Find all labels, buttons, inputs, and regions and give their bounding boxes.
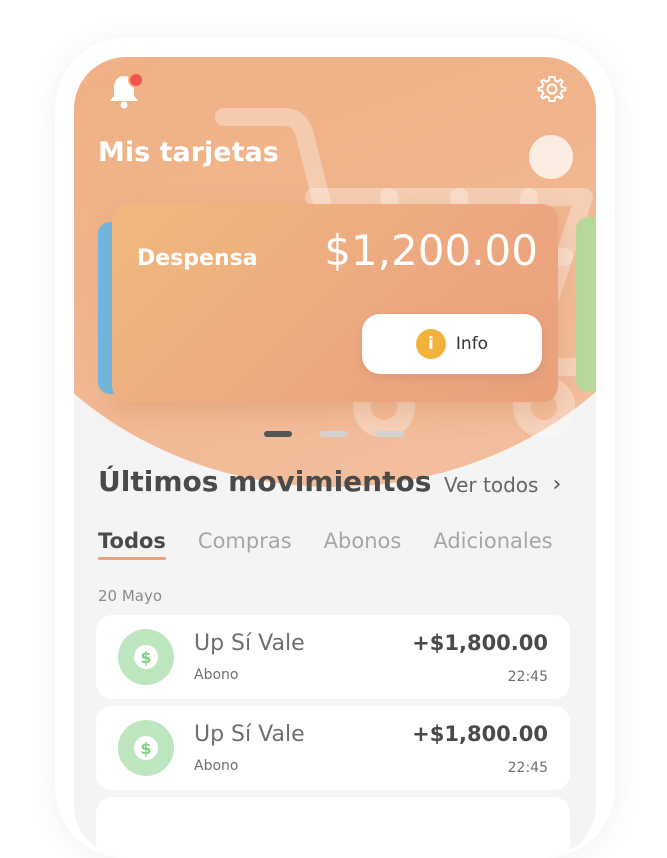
dollar-icon: $ [118,629,174,685]
transaction-row[interactable] [96,797,570,857]
page-title: Mis tarjetas [98,137,279,168]
transaction-row[interactable]: $ Up Sí Vale Abono +$1,800.00 22:45 [96,706,570,790]
carousel-dot[interactable] [264,431,292,437]
dollar-glyph: $ [134,645,158,669]
transaction-row[interactable]: $ Up Sí Vale Abono +$1,800.00 22:45 [96,615,570,699]
transaction-time: 22:45 [507,760,548,776]
app-screen: Mis tarjetas Despensa $1,200.00 i Info Ú… [74,57,596,857]
tab-abonos[interactable]: Abonos [324,529,402,553]
carousel-dot[interactable] [320,431,348,437]
date-header: 20 Mayo [98,587,163,605]
transaction-type: Abono [194,758,239,774]
tab-todos[interactable]: Todos [98,529,166,560]
dollar-icon: $ [118,720,174,776]
see-all-label: Ver todos [444,472,539,497]
transaction-name: Up Sí Vale [194,722,305,747]
see-all-link[interactable]: Ver todos › [444,472,561,497]
transaction-amount: +$1,800.00 [412,722,548,746]
card-despensa[interactable]: Despensa $1,200.00 i Info [112,204,558,402]
transaction-time: 22:45 [507,669,548,685]
carousel-dot[interactable] [376,431,404,437]
chevron-right-icon: › [552,472,562,497]
info-button-label: Info [455,334,489,354]
transaction-name: Up Sí Vale [194,631,305,656]
carousel-indicator [264,431,404,437]
tab-compras[interactable]: Compras [198,529,292,553]
notification-badge [128,72,144,88]
movement-tabs: Todos Compras Abonos Adicionales [98,529,553,560]
dollar-glyph: $ [134,736,158,760]
section-title: Últimos movimientos [98,465,432,498]
card-toggle[interactable] [529,135,573,179]
transaction-amount: +$1,800.00 [412,631,548,655]
transaction-type: Abono [194,667,239,683]
tab-adicionales[interactable]: Adicionales [433,529,552,553]
info-icon: i [415,329,446,359]
card-preview-next[interactable] [576,217,596,392]
gear-icon[interactable] [536,73,568,105]
info-button[interactable]: i Info [362,314,542,374]
card-name: Despensa [137,246,258,271]
card-balance: $1,200.00 [324,226,538,275]
